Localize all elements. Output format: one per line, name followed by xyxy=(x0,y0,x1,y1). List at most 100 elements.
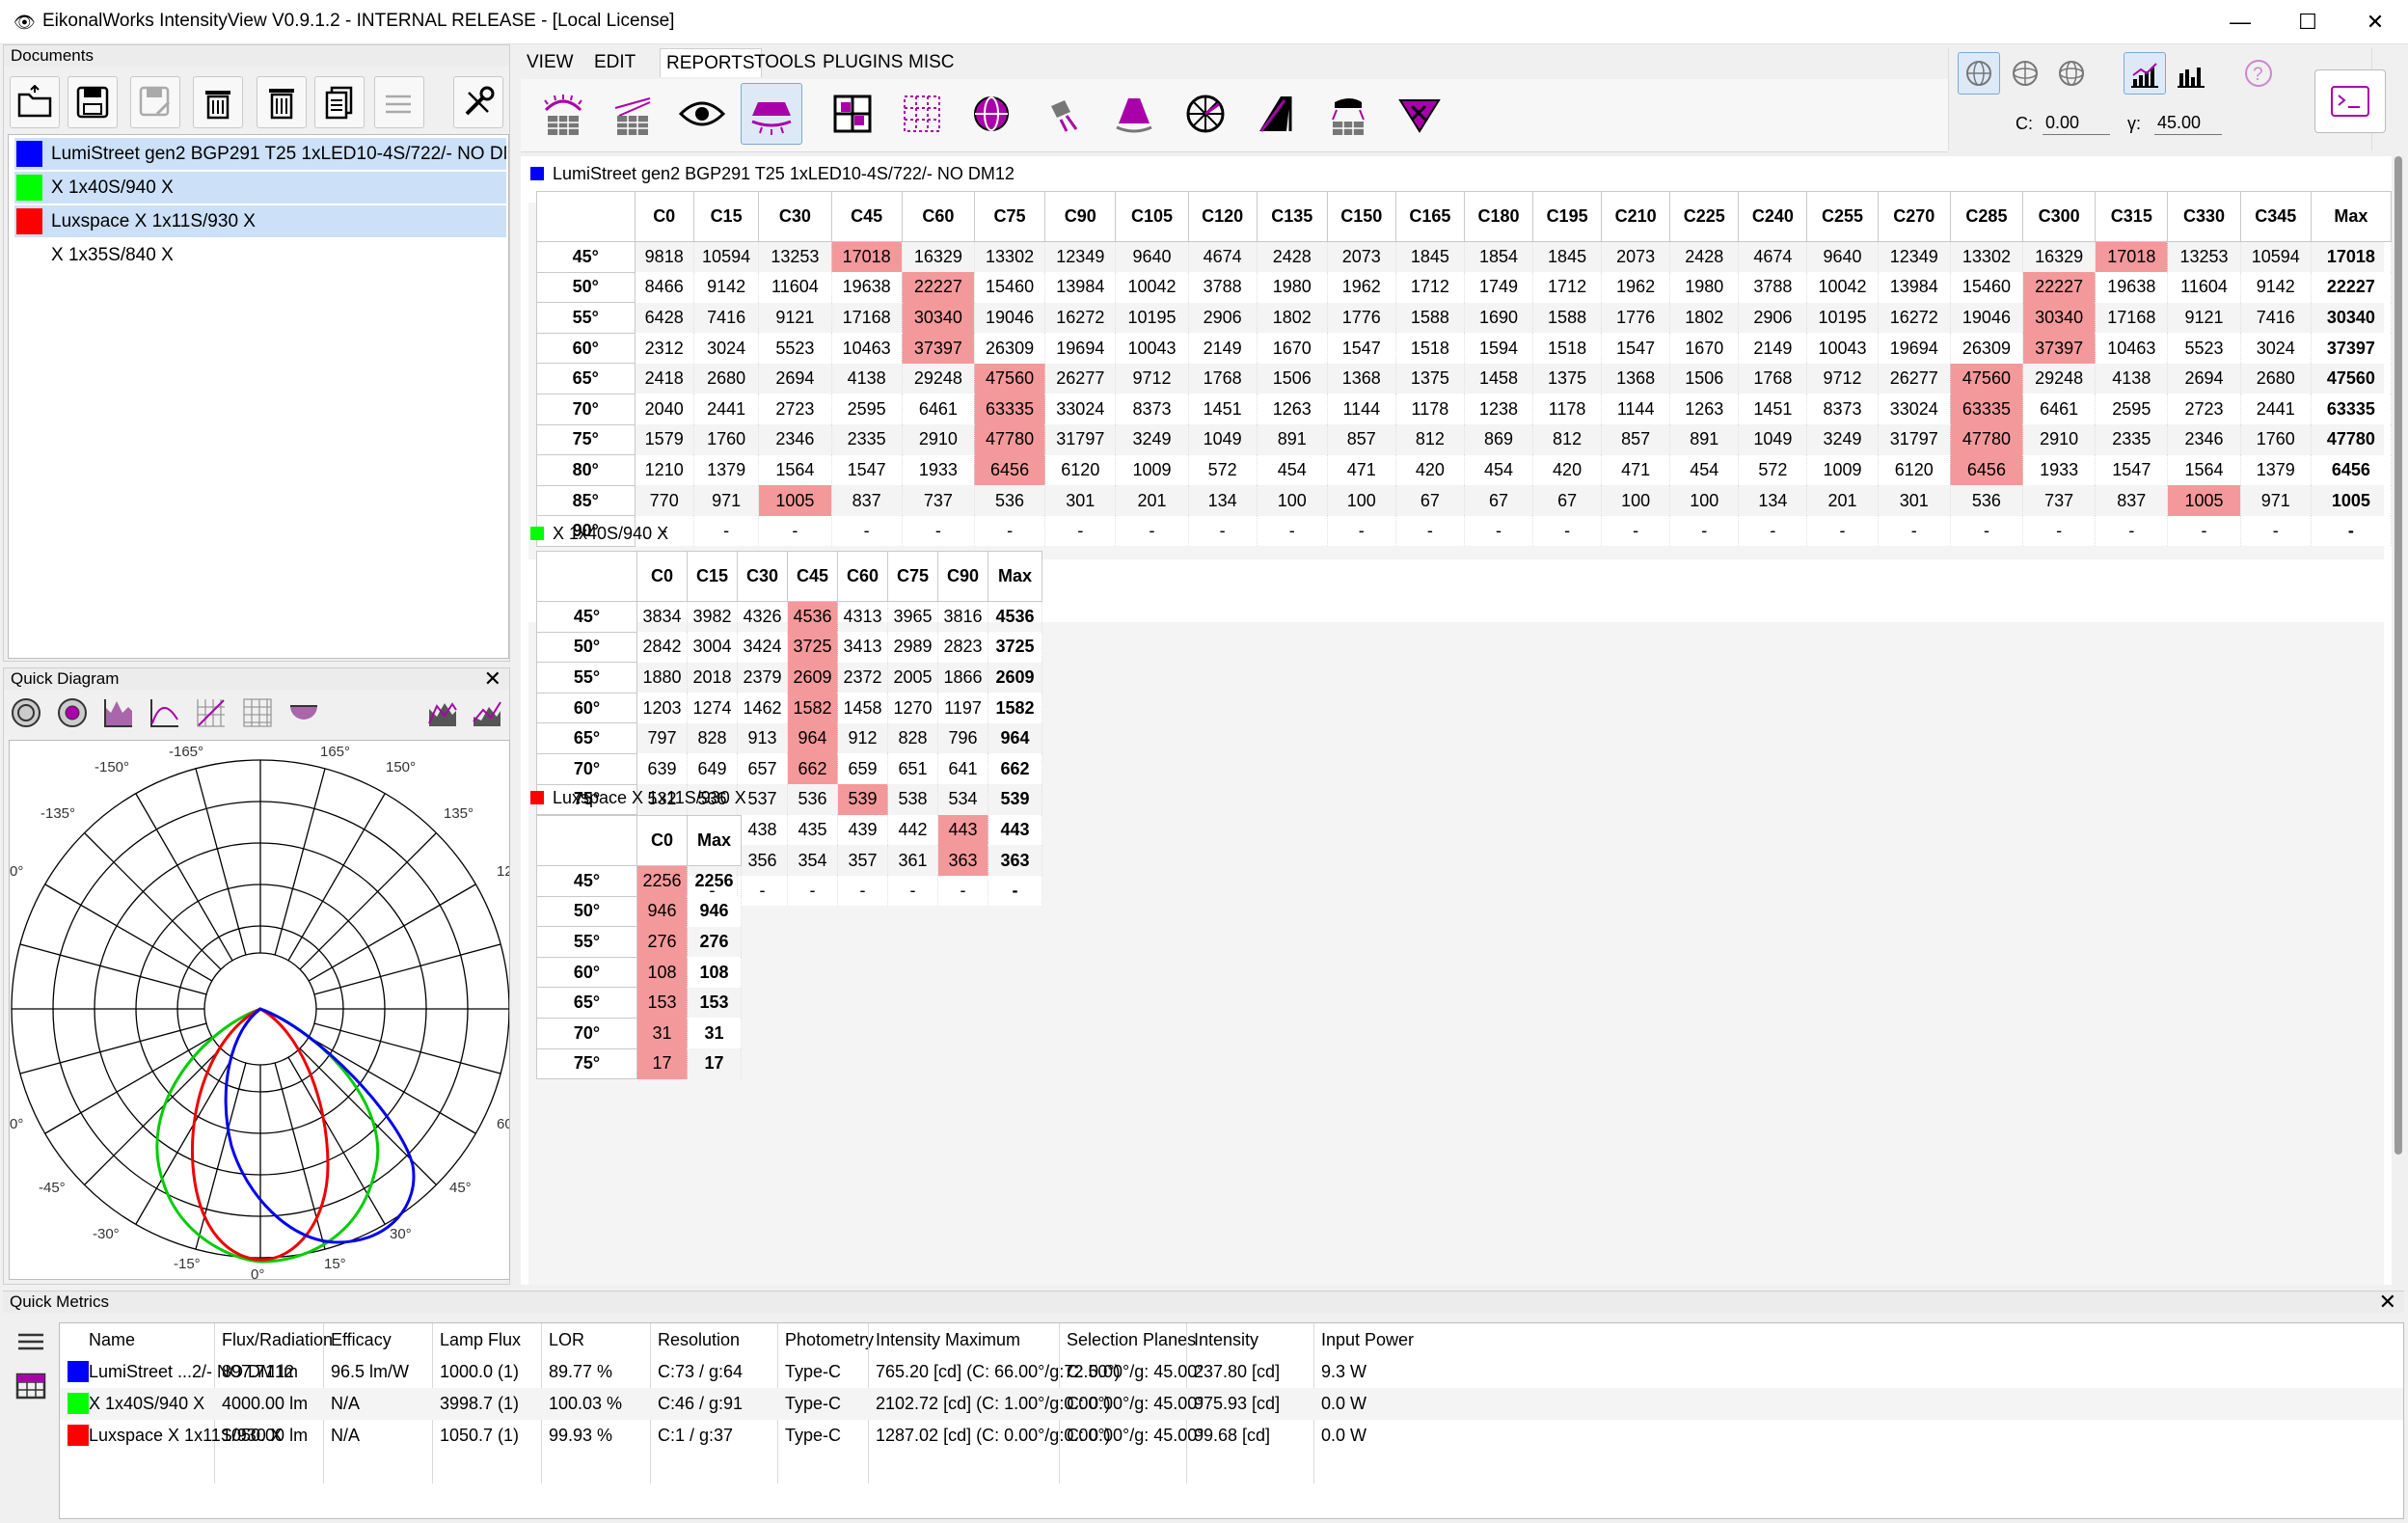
glare-table-report-icon[interactable] xyxy=(602,83,663,145)
intensity-cell[interactable]: 1712 xyxy=(1532,272,1603,303)
intensity-cell[interactable]: 1197 xyxy=(937,693,988,723)
max-cell[interactable]: 2256 xyxy=(687,865,742,897)
intensity-cell[interactable]: 9712 xyxy=(1806,363,1879,394)
compare-chart-icon[interactable] xyxy=(467,695,507,730)
intensity-cell[interactable]: 641 xyxy=(937,753,988,785)
intensity-cell[interactable]: 1547 xyxy=(1327,333,1396,364)
intensity-cell[interactable]: 67 xyxy=(1532,485,1603,516)
intensity-cell[interactable]: 2256 xyxy=(636,865,688,897)
intensity-cell[interactable]: - xyxy=(887,875,938,907)
intensity-cell[interactable]: 354 xyxy=(787,845,838,876)
intensity-cell[interactable]: - xyxy=(1950,515,2024,547)
street-light-report-icon[interactable] xyxy=(1317,83,1379,145)
intensity-cell[interactable]: 10043 xyxy=(1806,333,1879,364)
row-header[interactable]: 70° xyxy=(536,393,636,425)
intensity-cell[interactable]: 2149 xyxy=(1738,333,1808,364)
intensity-cell[interactable]: 8373 xyxy=(1806,394,1879,425)
max-cell[interactable]: 946 xyxy=(687,896,742,927)
cartesian-fill-icon[interactable] xyxy=(98,695,139,730)
tab-plugins[interactable]: PLUGINS xyxy=(817,48,908,77)
column-header[interactable]: C270 xyxy=(1877,191,1951,242)
column-header[interactable]: C300 xyxy=(2022,191,2097,242)
intensity-cell[interactable]: 356 xyxy=(737,845,788,876)
intensity-cell[interactable]: 1263 xyxy=(1257,394,1328,425)
intensity-cell[interactable]: 1768 xyxy=(1738,363,1808,394)
intensity-cell[interactable]: 1802 xyxy=(1669,302,1740,334)
intensity-cell[interactable]: 2312 xyxy=(635,333,694,364)
b-beta-globe-icon[interactable] xyxy=(2004,52,2046,95)
intensity-cell[interactable]: 29248 xyxy=(2022,363,2097,394)
intensity-cell[interactable]: 857 xyxy=(1327,424,1396,455)
intensity-cell[interactable]: - xyxy=(1669,515,1740,547)
intensity-cell[interactable]: 1518 xyxy=(1395,333,1465,364)
intensity-cell[interactable]: 662 xyxy=(787,753,838,785)
luminaire-report-icon[interactable] xyxy=(741,83,802,145)
intensity-cell[interactable]: 454 xyxy=(1669,454,1740,486)
close-icon[interactable]: ✕ xyxy=(2379,1292,2396,1313)
intensity-cell[interactable]: 1588 xyxy=(1532,302,1603,334)
intensity-cell[interactable]: 1582 xyxy=(787,693,838,723)
intensity-cell[interactable]: 13253 xyxy=(758,241,832,273)
intensity-cell[interactable]: 2609 xyxy=(787,662,838,694)
max-cell[interactable]: 1005 xyxy=(2311,485,2392,516)
max-cell[interactable]: 4536 xyxy=(988,601,1042,633)
intensity-cell[interactable]: 6456 xyxy=(1950,454,2024,486)
intensity-cell[interactable]: 363 xyxy=(937,845,988,876)
column-header[interactable]: C0 xyxy=(634,191,694,242)
intensity-cell[interactable]: - xyxy=(1806,515,1879,547)
intensity-cell[interactable]: 13984 xyxy=(1044,272,1117,303)
intensity-cell[interactable]: 31 xyxy=(636,1018,688,1049)
metrics-column-header[interactable]: Efficacy xyxy=(331,1323,392,1356)
column-header[interactable]: C180 xyxy=(1463,191,1534,242)
tab-reports[interactable]: REPORTS xyxy=(660,48,762,77)
intensity-cell[interactable]: 1178 xyxy=(1395,394,1465,425)
intensity-cell[interactable]: 22227 xyxy=(2022,272,2097,303)
a-alpha-globe-icon[interactable] xyxy=(2050,52,2093,95)
intensity-cell[interactable]: 30340 xyxy=(2022,302,2097,334)
intensity-cell[interactable]: 1368 xyxy=(1327,363,1396,394)
copy-document-icon[interactable] xyxy=(314,76,365,128)
max-cell[interactable]: 3725 xyxy=(988,632,1042,663)
help-icon[interactable]: ? xyxy=(2237,52,2280,95)
metrics-row[interactable]: LumiStreet ...2/- NO DM12 897.71 lm 96.5 l… xyxy=(60,1356,2403,1388)
intensity-cell[interactable]: 9712 xyxy=(1115,363,1189,394)
intensity-cell[interactable]: 2595 xyxy=(831,394,903,425)
intensity-cell[interactable]: 796 xyxy=(937,722,988,754)
document-item-lumistreet[interactable]: LumiStreet gen2 BGP291 T25 1xLED10-4S/72… xyxy=(14,138,506,170)
row-header[interactable]: 75° xyxy=(536,1047,637,1080)
intensity-cell[interactable]: 1933 xyxy=(902,454,975,486)
intensity-cell[interactable]: - xyxy=(974,515,1046,547)
intensity-cell[interactable]: 1594 xyxy=(1464,333,1534,364)
intensity-cell[interactable]: 16329 xyxy=(2022,241,2097,273)
grid-report-icon[interactable] xyxy=(822,83,883,145)
intensity-cell[interactable]: 2335 xyxy=(831,424,903,455)
max-cell[interactable]: 662 xyxy=(988,753,1042,785)
save-icon[interactable] xyxy=(68,76,118,128)
column-header[interactable]: C120 xyxy=(1187,191,1258,242)
intensity-cell[interactable]: 651 xyxy=(887,753,938,785)
intensity-cell[interactable]: 361 xyxy=(887,845,938,876)
intensity-cell[interactable]: 1379 xyxy=(2240,454,2312,486)
intensity-cell[interactable]: 1845 xyxy=(1532,241,1603,273)
metrics-column-header[interactable]: Name xyxy=(89,1323,135,1356)
intensity-cell[interactable]: 649 xyxy=(687,753,738,785)
intensity-cell[interactable]: 946 xyxy=(636,896,688,927)
intensity-cell[interactable]: - xyxy=(1257,515,1328,547)
intensity-cell[interactable]: 1144 xyxy=(1601,394,1671,425)
intensity-cell[interactable]: 17 xyxy=(636,1048,688,1079)
intensity-cell[interactable]: 276 xyxy=(636,926,688,958)
intensity-cell[interactable]: 6428 xyxy=(635,302,694,334)
intensity-cell[interactable]: 1144 xyxy=(1327,394,1396,425)
metrics-column-header[interactable]: Resolution xyxy=(658,1323,740,1356)
intensity-cell[interactable]: 1375 xyxy=(1395,363,1465,394)
intensity-cell[interactable]: 1274 xyxy=(687,693,738,723)
max-cell[interactable]: 37397 xyxy=(2311,333,2392,364)
intensity-cell[interactable]: 1980 xyxy=(1669,272,1740,303)
intensity-cell[interactable]: 1379 xyxy=(693,454,760,486)
intensity-cell[interactable]: 1458 xyxy=(1464,363,1534,394)
column-header[interactable]: C0 xyxy=(636,815,688,866)
intensity-cell[interactable]: 2694 xyxy=(758,363,832,394)
road-report-icon[interactable] xyxy=(1246,83,1308,145)
max-cell[interactable]: 17 xyxy=(687,1048,742,1079)
cartesian-grid-icon[interactable] xyxy=(191,695,231,730)
